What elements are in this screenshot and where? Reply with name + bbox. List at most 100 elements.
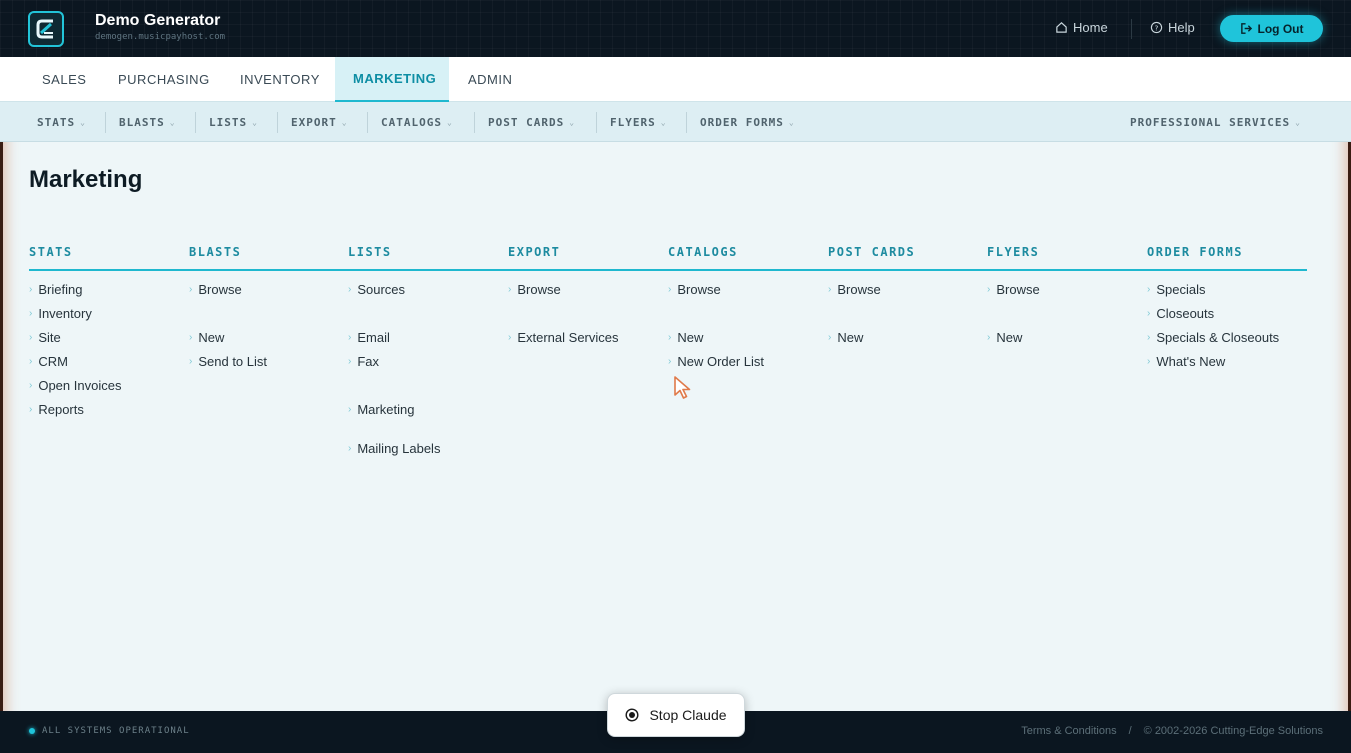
link-label: Browse [198, 282, 242, 297]
chevron-right-icon: › [987, 332, 991, 343]
link-label: External Services [517, 330, 619, 345]
link-orderforms-specials[interactable]: › Specials [1147, 282, 1205, 297]
svg-text:?: ? [1155, 23, 1159, 32]
link-flyers-new[interactable]: › New [987, 330, 1022, 345]
link-label: Closeouts [1156, 306, 1215, 321]
subnav-catalogs[interactable]: CATALOGS ⌄ [381, 102, 453, 142]
link-stats-briefing[interactable]: › Briefing [29, 282, 82, 297]
stop-claude-label: Stop Claude [649, 707, 727, 723]
stop-claude-button[interactable]: Stop Claude [607, 693, 745, 737]
chevron-right-icon: › [29, 380, 33, 391]
link-label: New [198, 330, 225, 345]
col-heading-lists: LISTS [348, 245, 392, 259]
link-export-browse[interactable]: › Browse [508, 282, 561, 297]
heading-divider [29, 269, 1307, 271]
chevron-right-icon: › [348, 284, 352, 295]
copyright-text: © 2002-2026 Cutting-Edge Solutions [1143, 725, 1323, 737]
chevron-right-icon: › [29, 356, 33, 367]
system-status: ALL SYSTEMS OPERATIONAL [29, 726, 190, 736]
link-export-external-services[interactable]: › External Services [508, 330, 619, 345]
chevron-down-icon: ⌄ [169, 117, 176, 127]
tab-marketing[interactable]: MARKETING [335, 57, 449, 102]
link-orderforms-closeouts[interactable]: › Closeouts [1147, 306, 1214, 321]
link-catalogs-new[interactable]: › New [668, 330, 703, 345]
link-catalogs-browse[interactable]: › Browse [668, 282, 721, 297]
subnav-label: CATALOGS [381, 115, 442, 129]
link-label: Inventory [38, 306, 92, 321]
stop-record-icon [625, 708, 639, 722]
home-label: Home [1073, 20, 1108, 35]
chevron-right-icon: › [668, 356, 672, 367]
subnav-lists[interactable]: LISTS ⌄ [209, 102, 258, 142]
subnav-label: STATS [37, 115, 76, 129]
link-label: Marketing [357, 402, 415, 417]
tab-purchasing[interactable]: PURCHASING [100, 57, 228, 102]
subnav-divider [277, 112, 278, 133]
chevron-down-icon: ⌄ [788, 117, 795, 127]
link-stats-site[interactable]: › Site [29, 330, 61, 345]
help-link[interactable]: ? Help [1150, 20, 1195, 35]
chevron-right-icon: › [1147, 356, 1151, 367]
chevron-right-icon: › [1147, 308, 1151, 319]
link-orderforms-whats-new[interactable]: › What's New [1147, 354, 1225, 369]
link-label: Send to List [198, 354, 267, 369]
subnav-post-cards[interactable]: POST CARDS ⌄ [488, 102, 575, 142]
subnav-stats[interactable]: STATS ⌄ [37, 102, 86, 142]
chevron-right-icon: › [828, 332, 832, 343]
chevron-right-icon: › [1147, 284, 1151, 295]
chevron-down-icon: ⌄ [252, 117, 258, 127]
home-icon [1056, 22, 1067, 33]
subnav-order-forms[interactable]: ORDER FORMS ⌄ [700, 102, 795, 142]
col-heading-order-forms: ORDER FORMS [1147, 245, 1243, 259]
link-lists-marketing[interactable]: › Marketing [348, 402, 414, 417]
link-stats-inventory[interactable]: › Inventory [29, 306, 92, 321]
link-orderforms-specials-closeouts[interactable]: › Specials & Closeouts [1147, 330, 1279, 345]
link-lists-fax[interactable]: › Fax [348, 354, 379, 369]
link-stats-open-invoices[interactable]: › Open Invoices [29, 378, 121, 393]
link-lists-mailing-labels[interactable]: › Mailing Labels [348, 441, 440, 456]
app-logo-icon[interactable] [28, 11, 64, 47]
chevron-right-icon: › [29, 332, 33, 343]
link-label: Browse [677, 282, 721, 297]
tab-admin[interactable]: ADMIN [450, 57, 530, 102]
link-label: Specials & Closeouts [1156, 330, 1280, 345]
tab-sales[interactable]: SALES [24, 57, 104, 102]
link-blasts-send-to-list[interactable]: › Send to List [189, 354, 267, 369]
link-label: Briefing [38, 282, 83, 297]
link-catalogs-new-order-list[interactable]: › New Order List [668, 354, 764, 369]
subnav-flyers[interactable]: FLYERS ⌄ [610, 102, 667, 142]
link-lists-sources[interactable]: › Sources [348, 282, 405, 297]
chevron-right-icon: › [508, 284, 512, 295]
link-blasts-new[interactable]: › New [189, 330, 224, 345]
page-title: Marketing [29, 166, 143, 193]
subnav-professional-services[interactable]: PROFESSIONAL SERVICES ⌄ [1130, 102, 1301, 142]
home-link[interactable]: Home [1055, 20, 1108, 35]
tab-inventory[interactable]: INVENTORY [222, 57, 338, 102]
chevron-right-icon: › [29, 284, 33, 295]
col-heading-post-cards: POST CARDS [828, 245, 916, 259]
link-lists-email[interactable]: › Email [348, 330, 390, 345]
subnav-blasts[interactable]: BLASTS ⌄ [119, 102, 176, 142]
chevron-right-icon: › [189, 356, 193, 367]
subnav-divider [195, 112, 196, 133]
subnav-label: POST CARDS [488, 115, 565, 129]
subnav-export[interactable]: EXPORT ⌄ [291, 102, 348, 142]
link-stats-reports[interactable]: › Reports [29, 402, 84, 417]
link-postcards-new[interactable]: › New [828, 330, 863, 345]
link-blasts-browse[interactable]: › Browse [189, 282, 242, 297]
link-label: Open Invoices [38, 378, 122, 393]
link-stats-crm[interactable]: › CRM [29, 354, 68, 369]
link-flyers-browse[interactable]: › Browse [987, 282, 1040, 297]
chevron-down-icon: ⌄ [341, 117, 348, 127]
status-text: ALL SYSTEMS OPERATIONAL [42, 726, 190, 736]
link-label: Specials [1156, 282, 1206, 297]
top-bar: Demo Generator demogen.musicpayhost.com … [0, 0, 1351, 57]
link-postcards-browse[interactable]: › Browse [828, 282, 881, 297]
logout-button[interactable]: Log Out [1220, 15, 1323, 42]
terms-link[interactable]: Terms & Conditions [1021, 725, 1116, 737]
app-window: Demo Generator demogen.musicpayhost.com … [0, 0, 1351, 753]
status-dot-icon [29, 728, 35, 734]
subnav-divider [367, 112, 368, 133]
sub-nav: STATS ⌄ BLASTS ⌄ LISTS ⌄ EXPORT ⌄ CATALOGS ⌄ … [0, 102, 1351, 142]
chevron-down-icon: ⌄ [660, 117, 667, 127]
